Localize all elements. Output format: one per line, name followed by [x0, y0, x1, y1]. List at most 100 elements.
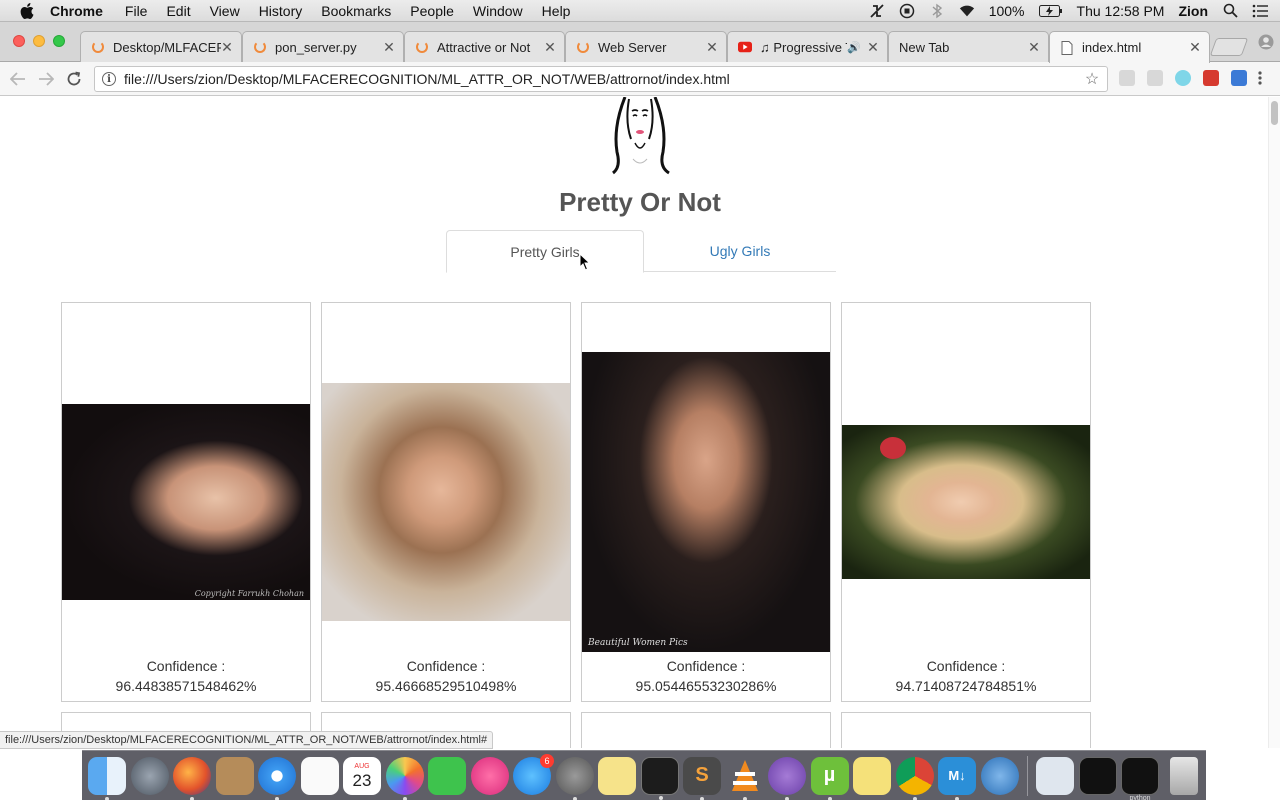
info-icon[interactable]: i: [102, 72, 116, 86]
result-card[interactable]: Confidence : 94.71408724784851%: [841, 302, 1091, 702]
firefox-icon[interactable]: [173, 756, 211, 800]
python-window-thumbnail[interactable]: python: [1121, 756, 1159, 800]
chrome-menu-icon[interactable]: [1258, 70, 1264, 86]
tab-close-icon[interactable]: ✕: [867, 39, 879, 56]
edge-app-icon[interactable]: [980, 756, 1019, 795]
viber-icon[interactable]: [768, 756, 806, 800]
result-card[interactable]: [581, 712, 831, 748]
menu-bar-clock[interactable]: Thu 12:58 PM: [1077, 3, 1165, 19]
tab-close-icon[interactable]: ✕: [544, 39, 556, 56]
category-tabs: Pretty Girls Ugly Girls: [446, 230, 836, 273]
tab-close-icon[interactable]: ✕: [1028, 39, 1040, 56]
extension-icon[interactable]: [1203, 70, 1219, 86]
menu-history[interactable]: History: [259, 3, 303, 19]
menu-app-name[interactable]: Chrome: [50, 3, 103, 19]
record-icon[interactable]: [899, 3, 915, 19]
contacts-icon[interactable]: [215, 756, 254, 795]
audio-playing-icon[interactable]: 🔊: [847, 40, 861, 54]
loading-spinner-icon: [415, 40, 429, 54]
browser-tab[interactable]: Desktop/MLFACER ✕: [80, 31, 242, 62]
result-card[interactable]: [841, 712, 1091, 748]
bluetooth-icon[interactable]: [929, 3, 945, 19]
stickies-icon[interactable]: [853, 756, 891, 795]
menu-bookmarks[interactable]: Bookmarks: [321, 3, 391, 19]
loading-spinner-icon: [91, 40, 105, 54]
scrollbar-thumb[interactable]: [1271, 101, 1278, 125]
photos-icon[interactable]: [385, 756, 424, 800]
sublime-text-icon[interactable]: S: [683, 756, 721, 800]
tab-title: Desktop/MLFACER: [113, 39, 221, 55]
portrait-photo: Copyright Farrukh Chohan: [62, 404, 310, 600]
browser-tab[interactable]: New Tab ✕: [888, 31, 1049, 62]
tab-title: New Tab: [899, 39, 950, 55]
battery-charging-icon[interactable]: [1038, 3, 1063, 19]
menu-view[interactable]: View: [210, 3, 240, 19]
tab-close-icon[interactable]: ✕: [1189, 39, 1201, 56]
spotlight-search-icon[interactable]: [1222, 3, 1238, 19]
notification-center-icon[interactable]: [1252, 3, 1268, 19]
flower-decoration: [880, 437, 906, 459]
menu-help[interactable]: Help: [542, 3, 571, 19]
tab-close-icon[interactable]: ✕: [383, 39, 395, 56]
result-card[interactable]: Copyright Farrukh Chohan Confidence : 96…: [61, 302, 311, 702]
result-card[interactable]: Beautiful Women Pics Confidence : 95.054…: [581, 302, 831, 702]
window-minimize-button[interactable]: [33, 35, 45, 47]
confidence-value: 96.44838571548462%: [115, 678, 257, 694]
browser-tab[interactable]: Attractive or Not ✕: [404, 31, 565, 62]
tab-ugly-girls[interactable]: Ugly Girls: [644, 230, 836, 272]
result-card[interactable]: Confidence : 95.46668529510498%: [321, 302, 571, 702]
youtube-icon: [738, 40, 752, 54]
finder-icon[interactable]: [88, 756, 126, 800]
chrome-icon[interactable]: [895, 756, 934, 800]
bookmark-star-icon[interactable]: ☆: [1083, 69, 1101, 89]
tab-close-icon[interactable]: ✕: [221, 39, 233, 56]
extension-icon[interactable]: [1175, 70, 1191, 86]
reload-icon[interactable]: [64, 69, 84, 89]
trash-icon[interactable]: [1169, 756, 1198, 795]
link-status-bar: file:///Users/zion/Desktop/MLFACERECOGNI…: [0, 731, 494, 749]
browser-tab[interactable]: pon_server.py ✕: [242, 31, 404, 62]
markdown-app-icon[interactable]: M↓: [938, 756, 976, 800]
menu-people[interactable]: People: [410, 3, 454, 19]
tab-close-icon[interactable]: ✕: [706, 39, 718, 56]
menu-file[interactable]: File: [125, 3, 148, 19]
extension-icon[interactable]: [1147, 70, 1163, 86]
launchpad-icon[interactable]: [130, 756, 169, 795]
address-bar-url[interactable]: file:///Users/zion/Desktop/MLFACERECOGNI…: [124, 71, 1083, 87]
extension-icon[interactable]: [1119, 70, 1135, 86]
menu-bar-user[interactable]: Zion: [1178, 3, 1208, 19]
system-preferences-icon[interactable]: [555, 756, 594, 800]
menu-edit[interactable]: Edit: [166, 3, 190, 19]
browser-tab[interactable]: Web Server ✕: [565, 31, 727, 62]
app-store-icon[interactable]: 6: [513, 753, 554, 795]
safari-icon[interactable]: [258, 756, 296, 800]
downloads-stack-icon[interactable]: [1036, 756, 1074, 795]
new-tab-button[interactable]: [1209, 38, 1249, 56]
browser-tab[interactable]: ♫ Progressive T 🔊 ✕: [727, 31, 888, 62]
vertical-scrollbar[interactable]: [1268, 97, 1280, 748]
tab-pretty-girls[interactable]: Pretty Girls: [446, 230, 644, 273]
save-extension-icon[interactable]: [1231, 70, 1247, 86]
document-icon: [1060, 40, 1074, 55]
wifi-icon[interactable]: [959, 3, 975, 19]
vlc-icon[interactable]: [726, 757, 764, 800]
address-bar[interactable]: i file:///Users/zion/Desktop/MLFACERECOG…: [94, 66, 1108, 92]
calendar-icon[interactable]: AUG 23: [343, 756, 381, 795]
menu-window[interactable]: Window: [473, 3, 523, 19]
terminal-icon[interactable]: [640, 756, 679, 800]
back-arrow-icon[interactable]: [8, 69, 28, 89]
browser-tab-active[interactable]: index.html ✕: [1049, 31, 1210, 63]
profile-icon[interactable]: [1258, 34, 1274, 50]
forward-arrow-icon[interactable]: [36, 69, 56, 89]
calendar-month: AUG: [354, 762, 370, 770]
facetime-icon[interactable]: [428, 756, 466, 795]
sync-status-icon[interactable]: [869, 3, 885, 19]
window-close-button[interactable]: [13, 35, 25, 47]
reminders-icon[interactable]: [300, 756, 339, 795]
apple-menu-icon[interactable]: [18, 2, 36, 20]
utorrent-icon[interactable]: µ: [810, 756, 849, 800]
itunes-icon[interactable]: [470, 756, 509, 795]
window-zoom-button[interactable]: [53, 35, 65, 47]
notes-icon[interactable]: [598, 756, 636, 795]
terminal-window-thumbnail[interactable]: [1078, 756, 1117, 795]
